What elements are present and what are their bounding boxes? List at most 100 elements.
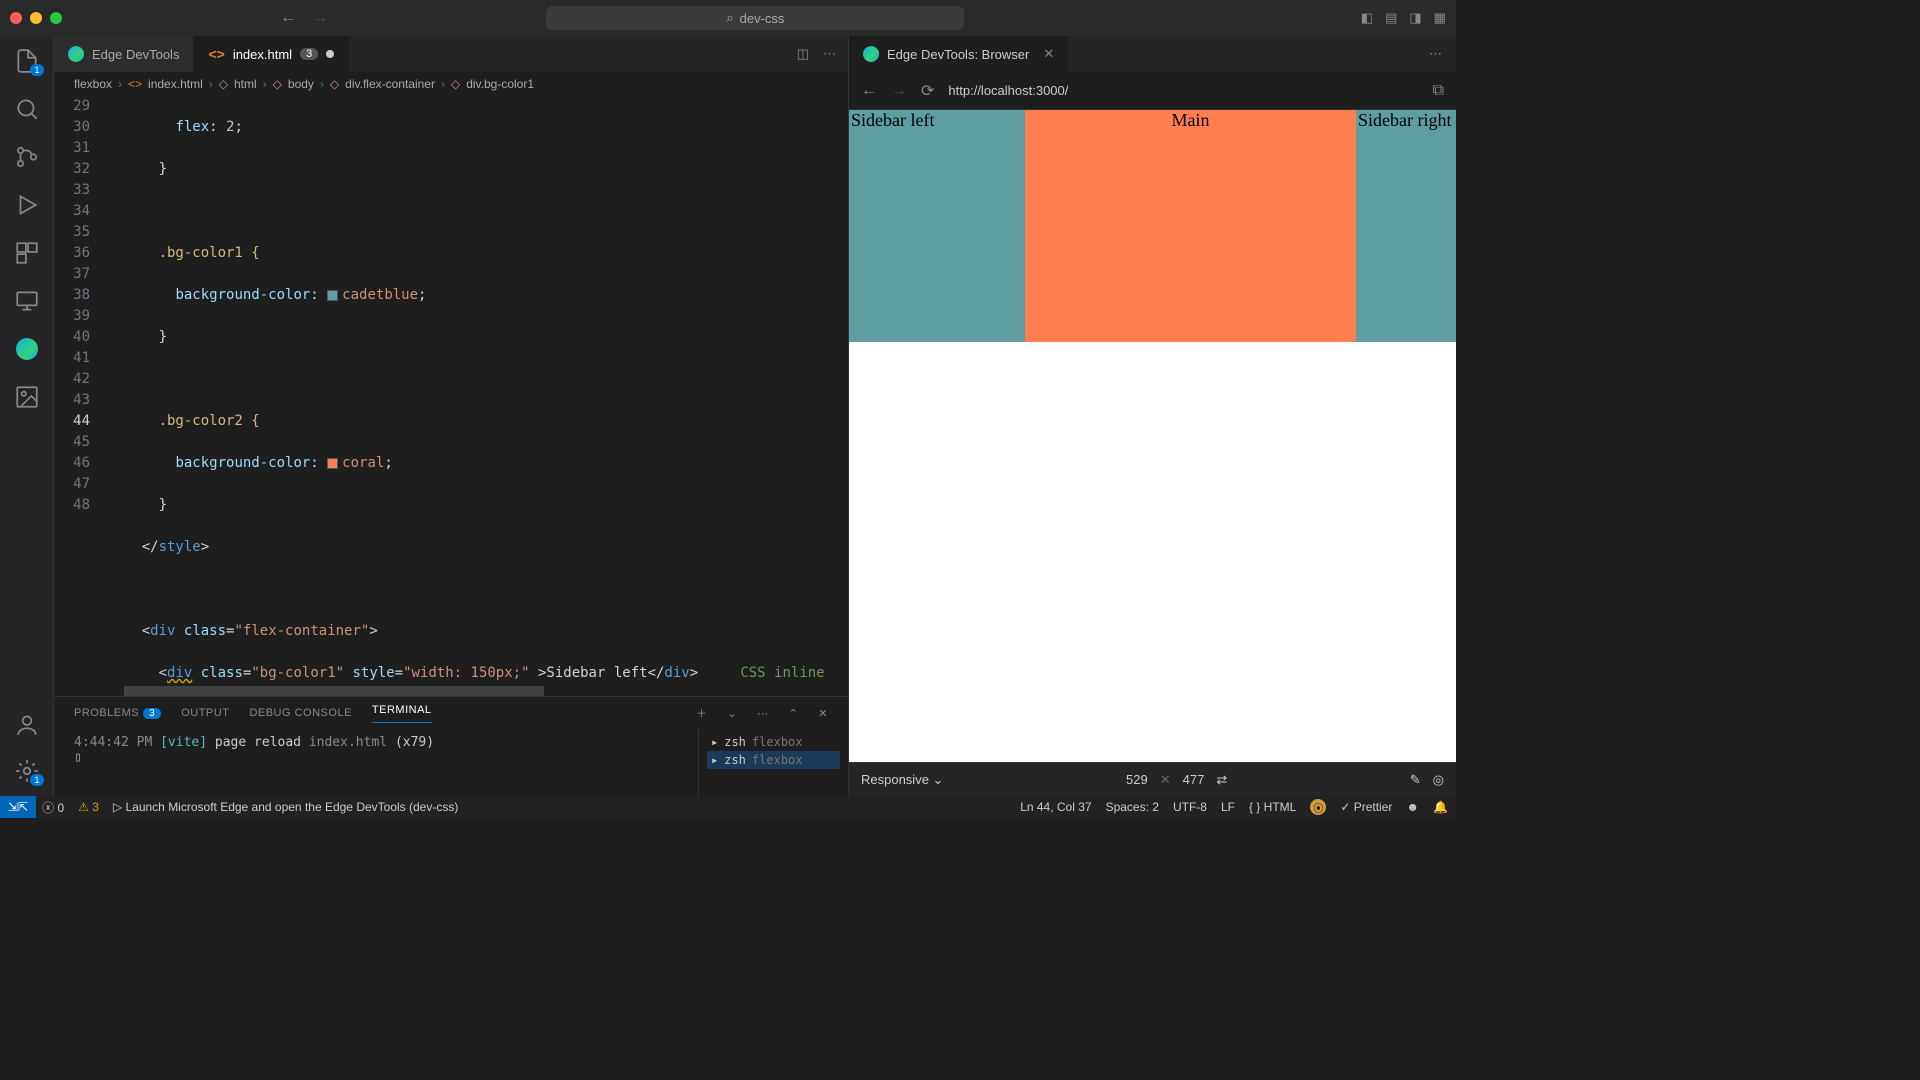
browser-back-icon[interactable]: ← <box>861 82 877 100</box>
tab-problems[interactable]: PROBLEMS3 <box>74 707 161 719</box>
encoding-status[interactable]: UTF-8 <box>1173 800 1207 814</box>
tab-terminal[interactable]: TERMINAL <box>372 704 432 723</box>
eol-status[interactable]: LF <box>1221 800 1235 814</box>
status-errors[interactable]: ⓧ 0 <box>42 799 64 816</box>
crumb[interactable]: body <box>288 77 314 91</box>
new-terminal-icon[interactable]: ＋ <box>696 705 708 721</box>
source-control-icon[interactable] <box>14 144 40 170</box>
horizontal-scrollbar[interactable] <box>54 686 848 696</box>
crumb[interactable]: html <box>234 77 257 91</box>
more-actions-icon[interactable]: ⋯ <box>823 46 836 62</box>
inspect-icon[interactable]: ⧉ <box>1433 82 1444 100</box>
editor-group: Edge DevTools <> index.html 3 ◫ ⋯ flexbo… <box>54 36 848 796</box>
panel-bottom-icon[interactable]: ▤ <box>1385 10 1397 26</box>
tab-label: Edge DevTools <box>92 47 179 62</box>
terminal-dropdown-icon[interactable]: ⌄ <box>727 707 737 720</box>
edge-icon <box>863 46 879 62</box>
terminal-item[interactable]: ▸ zsh flexbox <box>707 733 840 751</box>
feedback-icon[interactable]: ☻ <box>1406 800 1419 814</box>
editor-actions: ◫ ⋯ <box>785 36 848 72</box>
device-toolbar: Responsive ⌄ 529 ✕ 477 ⇄ ✎ ◎ <box>849 762 1456 796</box>
panel-right-icon[interactable]: ◨ <box>1409 10 1421 26</box>
tab-edge-devtools[interactable]: Edge DevTools <box>54 36 194 72</box>
edit-icon[interactable]: ✎ <box>1410 772 1421 788</box>
search-text: dev-css <box>740 11 785 26</box>
edge-tools-icon[interactable] <box>14 336 40 362</box>
viewport-width[interactable]: 529 <box>1126 772 1148 787</box>
browser-preview[interactable]: Sidebar left Main Sidebar right <box>849 110 1456 762</box>
crumb[interactable]: index.html <box>148 77 203 91</box>
back-arrow-icon[interactable]: ← <box>280 9 296 27</box>
edge-icon <box>68 46 84 62</box>
panel-left-icon[interactable]: ◧ <box>1361 10 1373 26</box>
panel-tabs: PROBLEMS3 OUTPUT DEBUG CONSOLE TERMINAL … <box>54 697 848 729</box>
preview-content: Sidebar left Main Sidebar right <box>849 110 1456 342</box>
tab-label: index.html <box>233 47 292 62</box>
crumb[interactable]: flexbox <box>74 77 112 91</box>
search-icon: ⌕ <box>726 10 733 26</box>
tab-problems-badge: 3 <box>300 48 318 60</box>
bottom-panel: PROBLEMS3 OUTPUT DEBUG CONSOLE TERMINAL … <box>54 696 848 796</box>
nav-arrows: ← → <box>280 9 328 27</box>
crumb[interactable]: div.flex-container <box>345 77 435 91</box>
close-window-icon[interactable] <box>10 12 22 24</box>
accounts-icon[interactable] <box>14 712 40 738</box>
html-file-icon: <> <box>208 46 224 62</box>
close-icon: ✕ <box>1160 772 1171 788</box>
remote-explorer-icon[interactable] <box>14 288 40 314</box>
code-editor[interactable]: 2930313233343536373839404142434445464748… <box>54 96 848 686</box>
close-panel-icon[interactable]: ✕ <box>818 707 828 720</box>
main-area: 1 1 <box>0 36 1456 796</box>
status-warnings[interactable]: ⚠ 3 <box>78 800 99 814</box>
terminal-list: ▸ zsh flexbox ▸ zsh flexbox <box>698 729 848 796</box>
rotate-icon[interactable]: ⇄ <box>1216 772 1227 788</box>
tab-debug-console[interactable]: DEBUG CONSOLE <box>249 707 351 719</box>
modified-dot-icon <box>326 50 334 58</box>
window-controls <box>10 12 62 24</box>
minimize-window-icon[interactable] <box>30 12 42 24</box>
extensions-icon[interactable] <box>14 240 40 266</box>
tab-output[interactable]: OUTPUT <box>181 707 229 719</box>
terminal-item[interactable]: ▸ zsh flexbox <box>707 751 840 769</box>
settings-badge: 1 <box>30 774 43 786</box>
command-center[interactable]: ⌕ dev-css <box>546 6 964 30</box>
image-preview-icon[interactable] <box>14 384 40 410</box>
terminal-output[interactable]: 4:44:42 PM [vite] page reload index.html… <box>54 729 698 796</box>
activity-bar: 1 1 <box>0 36 54 796</box>
split-editor-icon[interactable]: ◫ <box>797 46 809 62</box>
reload-icon[interactable]: ⟳ <box>921 81 934 101</box>
remote-indicator[interactable]: ⇲⇱ <box>0 796 36 818</box>
maximize-panel-icon[interactable]: ⌃ <box>789 707 799 720</box>
editor-tabs: Edge DevTools <> index.html 3 ◫ ⋯ <box>54 36 848 72</box>
cursor-position[interactable]: Ln 44, Col 37 <box>1020 800 1091 814</box>
viewport-height[interactable]: 477 <box>1183 772 1205 787</box>
more-actions-icon[interactable]: ⋯ <box>1415 46 1456 62</box>
customize-layout-icon[interactable]: ▦ <box>1434 10 1446 26</box>
url-bar[interactable]: http://localhost:3000/ <box>948 83 1418 98</box>
preview-sidebar-left: Sidebar left <box>849 110 1025 342</box>
notifications-icon[interactable]: 🔔 <box>1433 800 1448 814</box>
settings-gear-icon[interactable]: 1 <box>14 758 40 784</box>
browser-forward-icon: → <box>891 82 907 100</box>
go-live-icon[interactable]: ⦿ <box>1310 799 1326 815</box>
language-mode[interactable]: { } HTML <box>1249 800 1296 814</box>
run-debug-icon[interactable] <box>14 192 40 218</box>
explorer-icon[interactable]: 1 <box>14 48 40 74</box>
search-activity-icon[interactable] <box>14 96 40 122</box>
device-select[interactable]: Responsive ⌄ <box>861 772 943 788</box>
close-tab-icon[interactable]: ✕ <box>1043 46 1054 62</box>
explorer-badge: 1 <box>30 64 43 76</box>
maximize-window-icon[interactable] <box>50 12 62 24</box>
breadcrumb[interactable]: flexbox› <> index.html› ◇ html› ◇ body› … <box>54 72 848 96</box>
tab-index-html[interactable]: <> index.html 3 <box>194 36 349 72</box>
tab-devtools-browser[interactable]: Edge DevTools: Browser ✕ <box>849 36 1068 72</box>
status-launch-task[interactable]: ▷ Launch Microsoft Edge and open the Edg… <box>113 800 458 814</box>
crumb[interactable]: div.bg-color1 <box>466 77 534 91</box>
prettier-status[interactable]: ✓ Prettier <box>1340 800 1392 814</box>
code-content[interactable]: flex: 2; } .bg-color1 { background-color… <box>108 96 848 686</box>
indent-status[interactable]: Spaces: 2 <box>1106 800 1159 814</box>
terminal-more-icon[interactable]: ⋯ <box>757 707 769 720</box>
screenshot-icon[interactable]: ◎ <box>1433 772 1444 788</box>
terminal-body[interactable]: 4:44:42 PM [vite] page reload index.html… <box>54 729 848 796</box>
scrollbar-thumb[interactable] <box>124 686 544 696</box>
